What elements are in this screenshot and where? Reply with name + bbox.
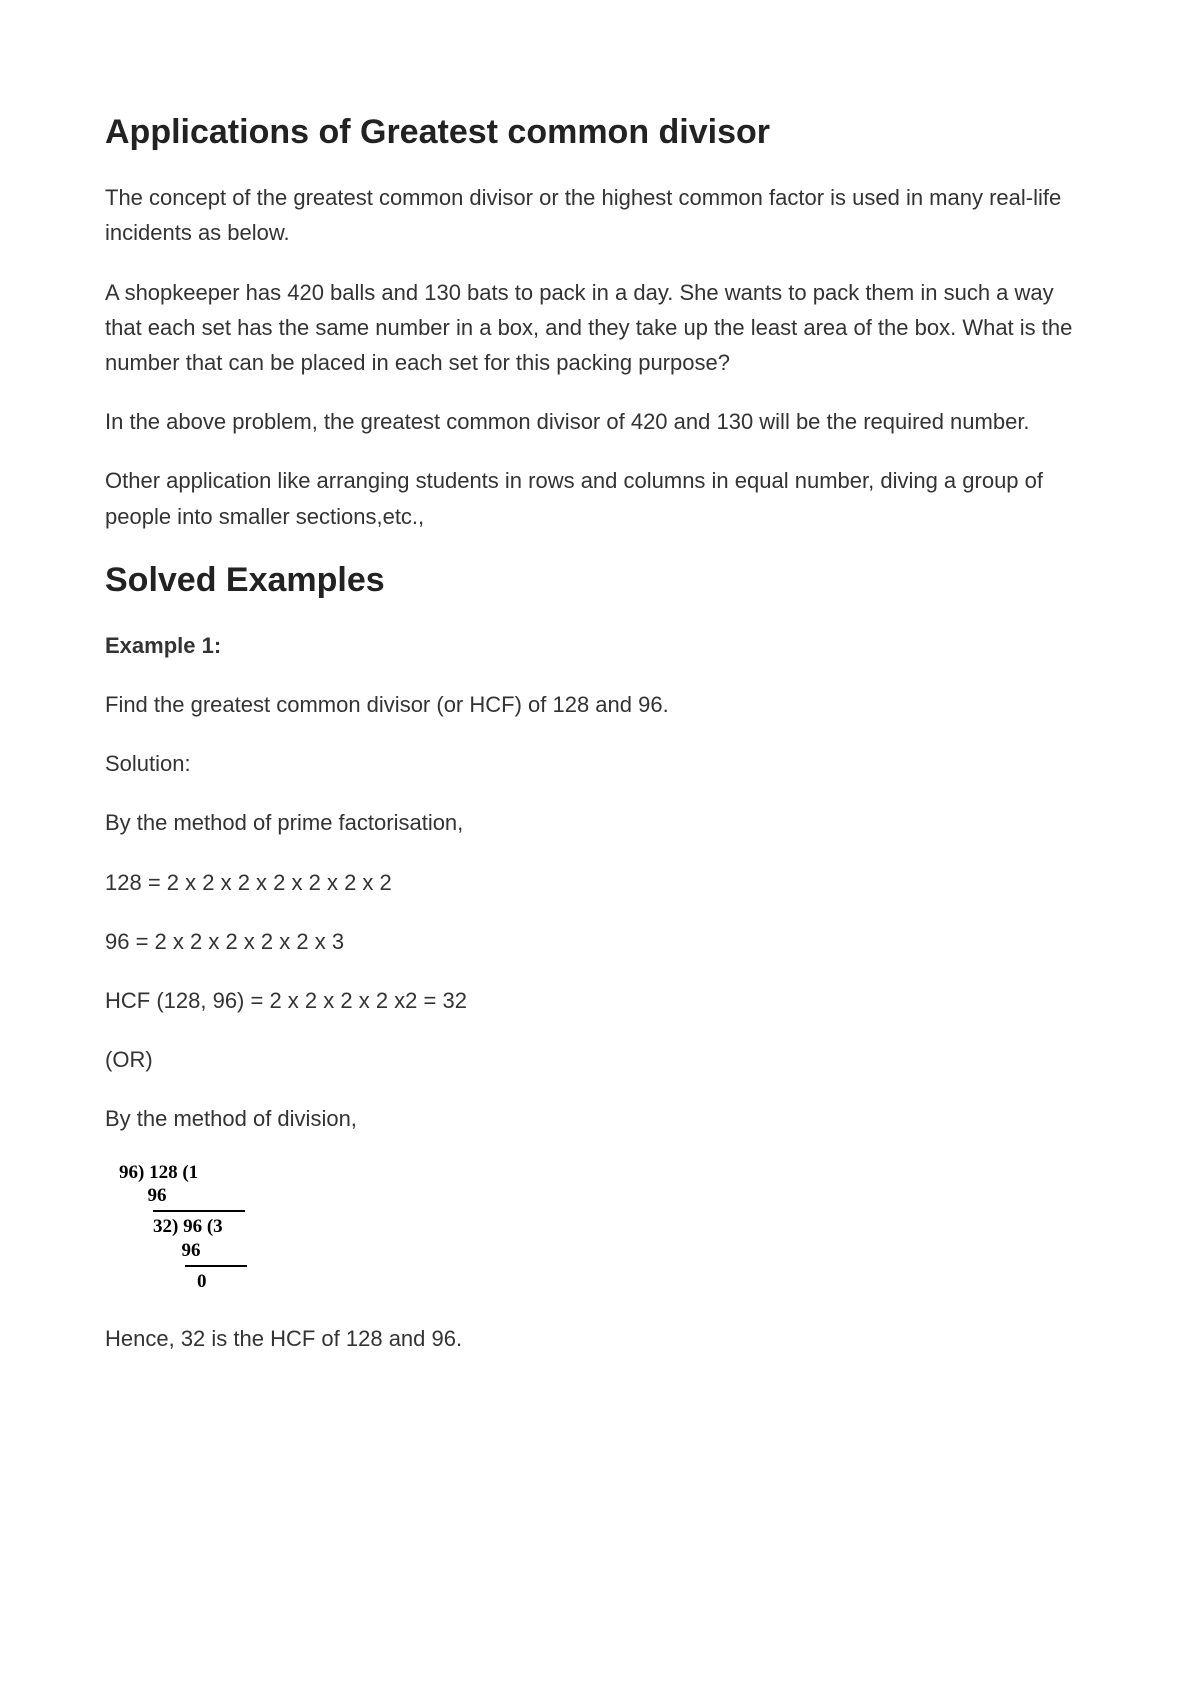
or-separator: (OR) <box>105 1042 1095 1077</box>
paragraph-gcd-explanation: In the above problem, the greatest commo… <box>105 404 1095 439</box>
heading-applications: Applications of Greatest common divisor <box>105 110 1095 154</box>
paragraph-intro: The concept of the greatest common divis… <box>105 180 1095 250</box>
heading-solved-examples: Solved Examples <box>105 558 1095 602</box>
document-page: Applications of Greatest common divisor … <box>0 0 1200 1698</box>
method-prime-factorisation: By the method of prime factorisation, <box>105 805 1095 840</box>
long-division-work: 96) 128 (1 96 32) 96 (3 96 0 <box>119 1161 1095 1294</box>
hcf-result: HCF (128, 96) = 2 x 2 x 2 x 2 x2 = 32 <box>105 983 1095 1018</box>
division-row-5: 0 <box>119 1270 1095 1294</box>
division-row-3: 32) 96 (3 <box>119 1215 1095 1239</box>
example-1-question: Find the greatest common divisor (or HCF… <box>105 687 1095 722</box>
division-row-2: 96 <box>119 1184 1095 1208</box>
example-1-label: Example 1: <box>105 628 1095 663</box>
factorisation-128: 128 = 2 x 2 x 2 x 2 x 2 x 2 x 2 <box>105 865 1095 900</box>
paragraph-other-applications: Other application like arranging student… <box>105 463 1095 533</box>
method-division: By the method of division, <box>105 1101 1095 1136</box>
solution-label: Solution: <box>105 746 1095 781</box>
conclusion: Hence, 32 is the HCF of 128 and 96. <box>105 1321 1095 1356</box>
paragraph-shopkeeper-problem: A shopkeeper has 420 balls and 130 bats … <box>105 275 1095 381</box>
division-rule-1 <box>153 1210 245 1213</box>
factorisation-96: 96 = 2 x 2 x 2 x 2 x 2 x 3 <box>105 924 1095 959</box>
division-row-4: 96 <box>119 1239 1095 1263</box>
division-rule-2 <box>185 1265 247 1268</box>
division-row-1: 96) 128 (1 <box>119 1161 1095 1185</box>
